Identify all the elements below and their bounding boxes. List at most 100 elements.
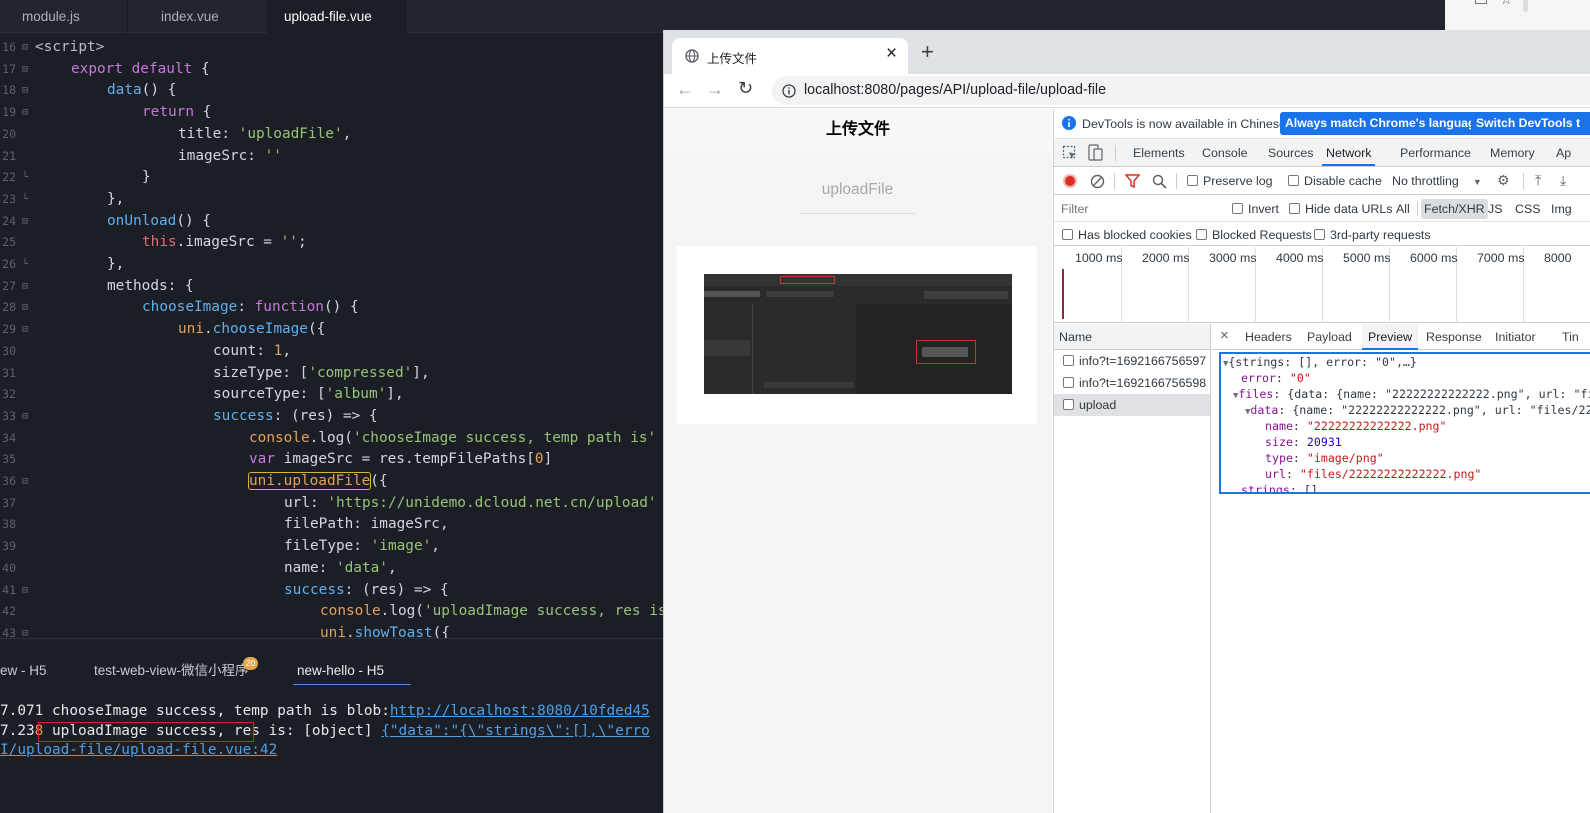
fold-toggle-icon[interactable]: ⊟ (22, 297, 28, 319)
fold-toggle-icon[interactable]: ⊟ (22, 276, 28, 298)
star-icon: ☆ (1500, 0, 1513, 8)
json-entry[interactable]: ▼data: {name: "22222222222222.png", url:… (1245, 402, 1590, 418)
timeline-tick-label: 4000 ms (1276, 251, 1324, 265)
record-icon[interactable] (1063, 174, 1077, 188)
new-tab-icon[interactable]: + (921, 41, 934, 63)
tab-performance[interactable]: Performance (1400, 140, 1471, 166)
blocked-requests-checkbox[interactable]: Blocked Requests (1196, 228, 1312, 242)
name-column-header[interactable]: Name (1054, 324, 1210, 350)
import-har-icon[interactable]: ⤒ (1535, 172, 1541, 189)
editor-tab-upload-file-vue[interactable]: upload-file.vue (268, 0, 406, 33)
always-match-language-button[interactable]: Always match Chrome's language (1280, 112, 1488, 135)
preserve-log-checkbox[interactable]: Preserve log (1187, 174, 1273, 188)
browser-tab[interactable]: 上传文件 × (672, 38, 908, 74)
network-conditions-icon[interactable]: ⚙ (1497, 172, 1510, 189)
device-toolbar-icon[interactable] (1088, 144, 1104, 161)
fold-toggle-icon[interactable]: ⊟ (22, 59, 28, 81)
reload-icon[interactable]: ↻ (738, 78, 753, 99)
search-icon[interactable] (1152, 174, 1167, 189)
code-line: 18 ⊟ data() { (0, 80, 663, 102)
fold-toggle-icon[interactable]: ⊟ (22, 211, 28, 233)
console-tab-new-hello-h5[interactable]: new-hello - H5 (293, 657, 411, 685)
network-timeline[interactable]: 1000 ms 2000 ms 3000 ms 4000 ms 5000 ms … (1054, 247, 1590, 323)
editor-tab-label: index.vue (161, 9, 219, 24)
fold-toggle-icon[interactable]: ⊟ (22, 623, 28, 638)
code-token: console (249, 429, 310, 446)
fold-toggle-icon[interactable]: ⊟ (22, 80, 28, 102)
fold-toggle-icon[interactable]: ⊟ (22, 406, 28, 428)
detail-tab-initiator[interactable]: Initiator (1495, 324, 1536, 350)
fold-toggle-icon[interactable]: ⊟ (22, 471, 28, 493)
throttling-select[interactable]: No throttling ▼ (1392, 174, 1482, 188)
detail-tab-headers[interactable]: Headers (1245, 324, 1292, 350)
tab-application[interactable]: Ap (1556, 140, 1571, 166)
hide-data-urls-checkbox[interactable]: Hide data URLs (1289, 202, 1392, 216)
request-row[interactable]: info?t=1692166756598 (1054, 372, 1210, 394)
clear-icon[interactable] (1090, 174, 1105, 189)
invert-checkbox[interactable]: Invert (1232, 202, 1279, 216)
code-editor[interactable]: 16 ⊟ <script> 17 ⊟ export default { 18 ⊟ data(… (0, 34, 663, 638)
code-token: function (254, 299, 324, 316)
detail-tab-response[interactable]: Response (1426, 324, 1482, 350)
request-row[interactable]: info?t=1692166756597 (1054, 350, 1210, 372)
blocked-cookies-checkbox[interactable]: Has blocked cookies (1062, 228, 1192, 242)
json-entry[interactable]: ▼files: {data: {name: "22222222222222.pn… (1233, 386, 1590, 402)
export-har-icon[interactable]: ⤓ (1560, 172, 1566, 189)
switch-devtools-language-button[interactable]: Switch DevTools t (1471, 112, 1590, 135)
tab-network[interactable]: Network (1322, 140, 1376, 166)
info-icon[interactable] (782, 84, 796, 98)
forward-arrow-icon[interactable]: → (706, 79, 724, 100)
filter-type-all[interactable]: All (1396, 202, 1410, 216)
close-detail-icon[interactable]: × (1220, 327, 1229, 344)
fold-toggle-icon[interactable]: ⊟ (22, 102, 28, 124)
disable-cache-checkbox[interactable]: Disable cache (1288, 174, 1382, 188)
divider (1176, 173, 1177, 189)
code-line: 35 var imageSrc = res.tempFilePaths[0] (0, 449, 663, 471)
divider (1417, 202, 1418, 216)
line-number: 27 (2, 278, 16, 293)
filter-icon[interactable] (1125, 174, 1140, 188)
tab-elements[interactable]: Elements (1133, 140, 1185, 166)
request-row-selected[interactable]: upload (1054, 394, 1210, 416)
back-arrow-icon[interactable]: ← (676, 79, 694, 100)
log-source-link[interactable]: I/upload-file/upload-file.vue:42 (0, 742, 277, 758)
filter-type-fetch-xhr[interactable]: Fetch/XHR (1421, 199, 1488, 219)
editor-tab-bar: module.js index.vue upload-file.vue (0, 0, 1445, 33)
upload-preview-card[interactable] (677, 246, 1037, 424)
fold-toggle-icon[interactable]: ⊟ (22, 319, 28, 341)
network-filter-bar: Invert Hide data URLs All Fetch/XHR JS C… (1054, 196, 1590, 222)
console-tab-web-view-h5[interactable]: ew - H5 (0, 657, 47, 685)
editor-tab-module-js[interactable]: module.js (0, 0, 128, 33)
blocked-cookies-label: Has blocked cookies (1078, 228, 1192, 242)
app-page: 上传文件 uploadFile (664, 109, 1052, 813)
json-preview[interactable]: ▼{strings: [], error: "0",…} error: "0" … (1219, 352, 1590, 494)
console-tab-wechat-miniprogram[interactable]: test-web-view-微信小程序 (94, 657, 249, 685)
fold-toggle-icon[interactable]: ⊟ (22, 580, 28, 602)
third-party-checkbox[interactable]: 3rd-party requests (1314, 228, 1431, 242)
log-link[interactable]: {"data":"{\"strings\":[],\"erro (381, 723, 650, 739)
filter-type-img[interactable]: Img (1551, 202, 1572, 216)
log-link[interactable]: http://localhost:8080/10fded45 (390, 703, 650, 719)
code-line: 20 title: 'uploadFile', (0, 124, 663, 146)
code-line: 31 sizeType: ['compressed'], (0, 363, 663, 385)
detail-tab-preview[interactable]: Preview (1362, 324, 1419, 350)
inspect-element-icon[interactable] (1062, 145, 1078, 161)
editor-tab-index-vue[interactable]: index.vue (128, 0, 268, 33)
filter-type-js[interactable]: JS (1488, 202, 1502, 216)
code-token: 'image' (370, 538, 432, 555)
filter-input[interactable] (1057, 199, 1217, 219)
line-number: 26 (2, 257, 16, 271)
json-root[interactable]: ▼{strings: [], error: "0",…} (1223, 354, 1417, 370)
filter-type-css[interactable]: CSS (1515, 202, 1540, 216)
address-bar[interactable]: localhost:8080/pages/API/upload-file/upl… (772, 76, 1590, 105)
tab-console[interactable]: Console (1202, 140, 1247, 166)
code-line: 23 └}, (0, 189, 663, 211)
detail-tab-timing[interactable]: Tin (1562, 324, 1579, 350)
tab-sources[interactable]: Sources (1268, 140, 1313, 166)
fold-toggle-icon[interactable]: ⊟ (22, 37, 28, 59)
divider (1114, 173, 1115, 189)
close-tab-icon[interactable]: × (886, 43, 897, 65)
detail-tab-payload[interactable]: Payload (1307, 324, 1352, 350)
json-key: type (1265, 451, 1293, 465)
tab-memory[interactable]: Memory (1490, 140, 1535, 166)
